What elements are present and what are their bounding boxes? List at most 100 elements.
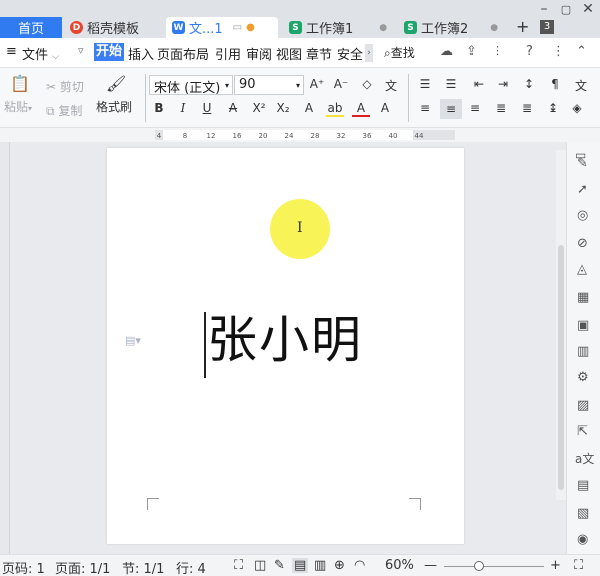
cloud-icon[interactable]: ☁ (440, 44, 453, 59)
close-dot-icon[interactable]: ● (490, 23, 498, 33)
grid-icon[interactable]: ▣ (577, 318, 589, 333)
write-mode-icon[interactable]: ✎ (274, 558, 285, 573)
eye-protect-icon[interactable]: ◠ (354, 558, 365, 573)
layers-icon[interactable]: ◬ (577, 262, 587, 277)
status-section[interactable]: 节: 1/1 (122, 558, 164, 576)
menu-insert[interactable]: 插入 (128, 44, 154, 63)
chart-icon[interactable]: ▥ (577, 344, 589, 359)
italic-icon[interactable]: I (174, 101, 192, 115)
menu-file[interactable]: 文件 ⌵ (22, 44, 59, 63)
translate-icon[interactable]: a文 (575, 450, 594, 467)
bullet-list-icon[interactable]: ☰ (416, 77, 434, 91)
line-spacing-icon[interactable]: ↨ (544, 101, 562, 115)
screen-icon[interactable]: ▭ (233, 22, 242, 33)
more-chevron-icon[interactable]: ▿ (78, 44, 84, 57)
sort-icon[interactable]: ↕ (520, 77, 538, 91)
char-shading-icon[interactable]: A (376, 101, 394, 115)
fullscreen-icon[interactable]: ⛶ (234, 558, 243, 573)
pointer-icon[interactable]: ➚ (577, 182, 588, 197)
menu-page-layout[interactable]: 页面布局 (157, 44, 209, 63)
copy-button[interactable]: ⧉ 复制 (46, 102, 82, 119)
search-button[interactable]: ⌕查找 (384, 44, 415, 61)
photo-icon[interactable]: ▧ (577, 506, 589, 521)
image-icon[interactable]: ▨ (577, 398, 589, 413)
underline-icon[interactable]: U (198, 101, 216, 115)
format-painter-icon[interactable]: 🖌 (106, 74, 126, 93)
tab-document[interactable]: W 文...1 ▭ ● (166, 17, 278, 38)
distributed-icon[interactable]: ≣ (518, 101, 536, 115)
print-icon[interactable]: ▤ (577, 478, 589, 493)
format-painter-button[interactable]: 格式刷 (96, 98, 132, 115)
tab-sheet2[interactable]: S 工作簿2 ● (398, 17, 504, 38)
close-icon[interactable]: ✕ (578, 0, 598, 18)
bold-icon[interactable]: B (150, 101, 168, 115)
document-text[interactable]: 张小明 (207, 310, 363, 370)
tab-home[interactable]: 首页 (0, 17, 62, 38)
decrease-indent-icon[interactable]: ⇤ (470, 77, 488, 91)
menu-section[interactable]: 章节 (306, 44, 332, 63)
menu-review[interactable]: 审阅 (246, 44, 272, 63)
zoom-slider[interactable] (444, 566, 544, 567)
shrink-font-icon[interactable]: A⁻ (332, 77, 350, 91)
chinese-layout-icon[interactable]: 文 (572, 77, 590, 94)
clear-format-icon[interactable]: ◇ (358, 77, 376, 91)
pen-icon[interactable]: ✎ (577, 156, 588, 171)
hamburger-icon[interactable]: ≡ (6, 44, 17, 59)
paste-button[interactable]: 粘贴▾ (4, 98, 32, 115)
zoom-slider-thumb[interactable] (474, 561, 484, 571)
new-tab-icon[interactable]: + (516, 17, 529, 36)
vertical-ruler[interactable] (0, 142, 10, 554)
grow-font-icon[interactable]: A⁺ (308, 77, 326, 91)
zoom-out-icon[interactable]: — (424, 558, 437, 573)
status-page[interactable]: 页面: 1/1 (55, 558, 110, 576)
menu-references[interactable]: 引用 (215, 44, 241, 63)
outline-view-icon[interactable]: ▥ (314, 558, 326, 573)
scrollbar-thumb[interactable] (558, 245, 564, 490)
numbered-list-icon[interactable]: ☰ (442, 77, 460, 91)
subscript-icon[interactable]: X₂ (274, 101, 292, 115)
web-view-icon[interactable]: ⊕ (334, 558, 345, 573)
align-left-icon[interactable]: ≡ (416, 101, 434, 115)
font-color-icon[interactable]: A (352, 101, 370, 117)
document-page[interactable]: I ▤▾ 张小明 (107, 148, 464, 544)
more-options-icon[interactable]: ⋮ (552, 44, 565, 59)
link-icon[interactable]: ⊘ (577, 236, 588, 251)
phonetic-icon[interactable]: 文 (382, 77, 400, 94)
tab-count[interactable]: 3 (540, 20, 554, 34)
tab-daoke[interactable]: D 稻壳模板 (64, 17, 145, 38)
paragraph-handle-icon[interactable]: ▤▾ (125, 334, 141, 347)
read-mode-icon[interactable]: ◫ (254, 558, 266, 573)
cut-button[interactable]: ✂ 剪切 (46, 78, 84, 95)
text-effect-icon[interactable]: A (300, 101, 318, 115)
compass-icon[interactable]: ◉ (577, 532, 588, 547)
menu-scroll-right[interactable]: › (365, 44, 373, 62)
maximize-icon[interactable]: ▢ (556, 0, 576, 18)
menu-view[interactable]: 视图 (276, 44, 302, 63)
align-center-icon[interactable]: ≡ (440, 99, 462, 119)
strikethrough-icon[interactable]: A (224, 101, 242, 115)
close-dot-icon[interactable]: ● (379, 23, 387, 33)
align-right-icon[interactable]: ≡ (466, 101, 484, 115)
zoom-level[interactable]: 60% (385, 558, 414, 573)
increase-indent-icon[interactable]: ⇥ (494, 77, 512, 91)
help-icon[interactable]: ? (526, 44, 533, 59)
paste-icon[interactable]: 📋 (10, 74, 30, 93)
share-icon[interactable]: ⇪ (466, 44, 477, 59)
more-icon[interactable]: ⋮ (492, 44, 503, 57)
show-marks-icon[interactable]: ¶ (546, 77, 564, 91)
zoom-in-icon[interactable]: + (550, 558, 561, 573)
minimize-icon[interactable]: – (534, 0, 554, 18)
superscript-icon[interactable]: X² (250, 101, 268, 115)
highlight-color-icon[interactable]: ab (326, 101, 344, 117)
shading-icon[interactable]: ◈ (568, 101, 586, 115)
page-view-icon[interactable]: ▤ (292, 558, 309, 573)
horizontal-ruler[interactable]: 448121620242832364044 (131, 128, 455, 142)
collapse-ribbon-icon[interactable]: ⌃ (576, 44, 587, 59)
font-name-select[interactable]: 宋体 (正文) ▾ (149, 75, 233, 96)
tab-sheet1[interactable]: S 工作簿1 ● (283, 17, 393, 38)
status-page-code[interactable]: 页码: 1 (2, 558, 45, 576)
menu-home[interactable]: 开始 (94, 43, 125, 61)
shape-icon[interactable]: ◎ (577, 208, 588, 223)
settings-icon[interactable]: ⚙ (577, 370, 589, 385)
export-icon[interactable]: ⇱ (577, 424, 588, 439)
